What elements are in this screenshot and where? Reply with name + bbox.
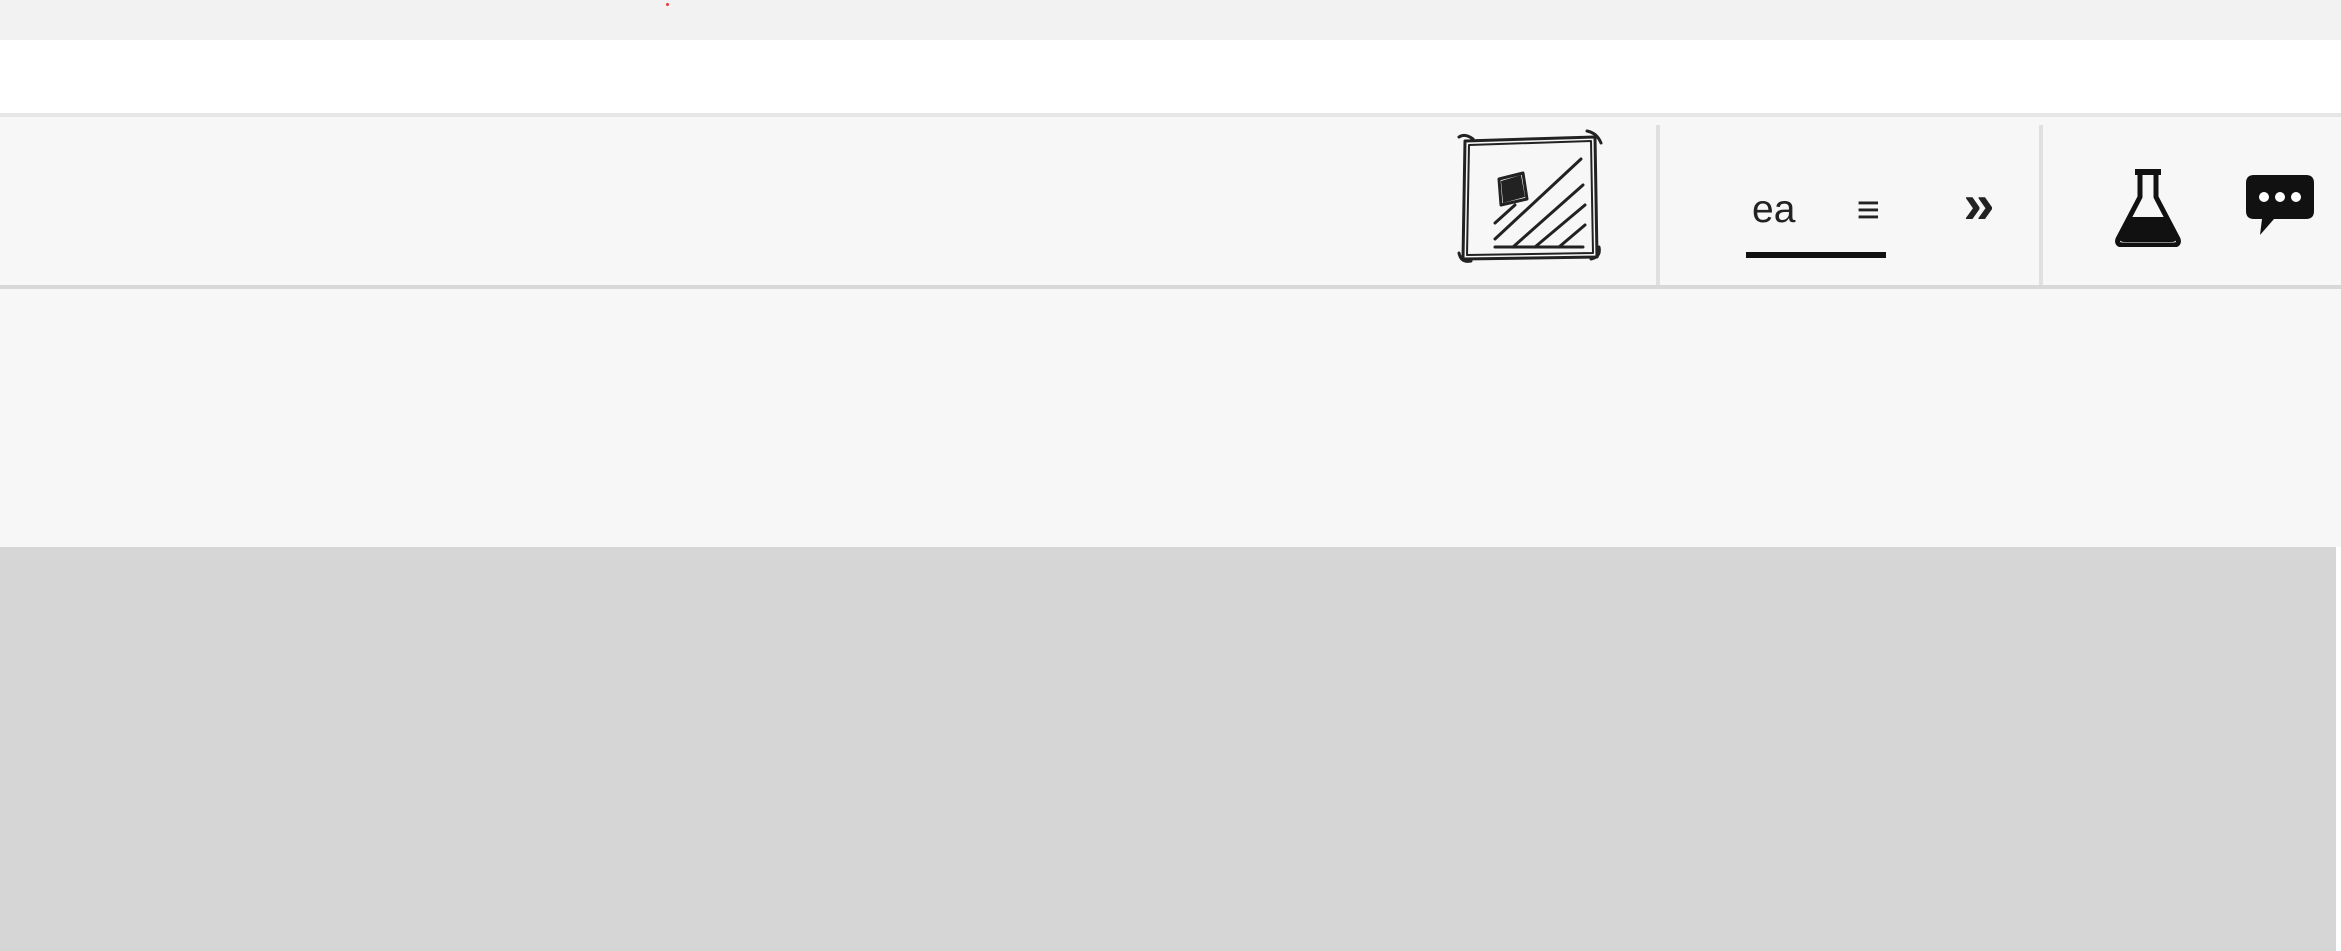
toolbar-panel	[0, 289, 2341, 547]
app-window: ea ≡ »	[0, 0, 2341, 951]
top-strip	[0, 0, 2341, 40]
labs-button[interactable]	[2108, 162, 2188, 252]
address-bar[interactable]	[0, 40, 2341, 117]
flask-icon	[2115, 169, 2181, 247]
toolbar-divider	[1656, 125, 1660, 285]
tab-active[interactable]: ea ≡	[1746, 168, 1886, 258]
indicator-dot	[666, 3, 669, 6]
hamburger-menu-icon[interactable]: ≡	[1857, 190, 1880, 230]
sketch-image-icon	[1457, 129, 1603, 263]
double-chevron-right-icon: »	[1963, 171, 1995, 235]
tab-label: ea	[1752, 188, 1796, 231]
overflow-chevron-button[interactable]: »	[1948, 168, 2010, 238]
sketch-image-button[interactable]	[1450, 126, 1610, 266]
content-area	[0, 547, 2336, 951]
comments-button[interactable]	[2232, 162, 2328, 252]
toolbar-divider	[2039, 125, 2043, 285]
chat-bubble-icon	[2246, 175, 2314, 235]
scrollbar-track[interactable]	[2336, 547, 2341, 951]
